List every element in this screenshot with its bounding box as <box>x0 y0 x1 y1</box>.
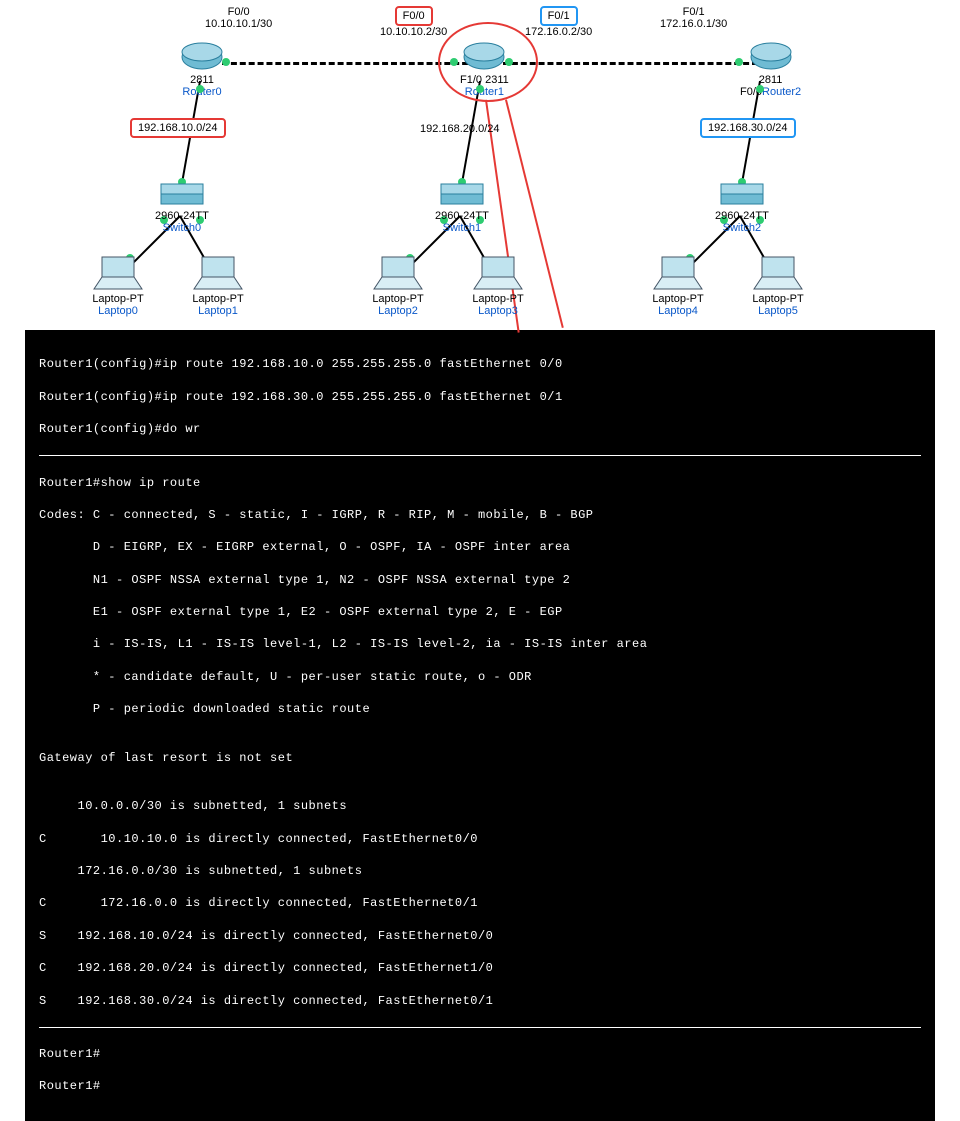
cli-line: P - periodic downloaded static route <box>39 701 921 717</box>
laptop5-name: Laptop5 <box>750 305 806 317</box>
router2-model: 2811 <box>740 74 801 86</box>
cli-line: Router1(config)#do wr <box>39 421 921 437</box>
laptop4-node[interactable]: Laptop-PT Laptop4 <box>650 255 706 317</box>
r1-ip-f00: 10.10.10.2/30 <box>380 26 447 38</box>
cli-terminal[interactable]: Router1(config)#ip route 192.168.10.0 25… <box>25 330 935 1121</box>
cli-line: 172.16.0.0/30 is subnetted, 1 subnets <box>39 863 921 879</box>
subnet-r2: 192.168.30.0/24 <box>700 118 796 138</box>
laptop0-name: Laptop0 <box>90 305 146 317</box>
network-topology-canvas[interactable]: F0/0 10.10.10.1/30 F0/0 10.10.10.2/30 F0… <box>0 0 960 330</box>
link-router1-router2 <box>503 62 758 65</box>
switch0-name: Switch0 <box>155 222 209 234</box>
switch-icon <box>437 180 487 210</box>
cli-line: i - IS-IS, L1 - IS-IS level-1, L2 - IS-I… <box>39 636 921 652</box>
switch2-node[interactable]: 2960-24TT Switch2 <box>715 180 769 234</box>
switch1-name: Switch1 <box>435 222 489 234</box>
switch-icon <box>717 180 767 210</box>
link-dot <box>735 58 743 66</box>
cli-prompt: Router1# <box>39 1078 921 1094</box>
r2-iface-f01: F0/1 <box>660 6 727 18</box>
router-icon <box>180 40 224 74</box>
laptop4-name: Laptop4 <box>650 305 706 317</box>
cli-prompt: Router1# <box>39 1046 921 1062</box>
link-dot <box>222 58 230 66</box>
switch2-model: 2960-24TT <box>715 210 769 222</box>
router1-node[interactable]: F1/0 2311 Router1 <box>460 40 509 98</box>
laptop2-type: Laptop-PT <box>370 293 426 305</box>
laptop2-node[interactable]: Laptop-PT Laptop2 <box>370 255 426 317</box>
cli-line: C 192.168.20.0/24 is directly connected,… <box>39 960 921 976</box>
laptop0-node[interactable]: Laptop-PT Laptop0 <box>90 255 146 317</box>
laptop1-name: Laptop1 <box>190 305 246 317</box>
switch0-model: 2960-24TT <box>155 210 209 222</box>
router2-name: Router2 <box>762 86 801 98</box>
laptop-icon <box>750 255 806 293</box>
laptop3-type: Laptop-PT <box>470 293 526 305</box>
cli-line: Router1#show ip route <box>39 475 921 491</box>
link-dot <box>450 58 458 66</box>
switch-icon <box>157 180 207 210</box>
laptop3-node[interactable]: Laptop-PT Laptop3 <box>470 255 526 317</box>
laptop-icon <box>370 255 426 293</box>
subnet-r0: 192.168.10.0/24 <box>130 118 226 138</box>
link-dot <box>756 85 764 93</box>
laptop3-name: Laptop3 <box>470 305 526 317</box>
r1-iface-f01: F0/1 <box>540 6 578 26</box>
r1-iface-f00: F0/0 <box>395 6 433 26</box>
cli-line: C 10.10.10.0 is directly connected, Fast… <box>39 831 921 847</box>
cli-line: Router1(config)#ip route 192.168.30.0 25… <box>39 389 921 405</box>
cli-line: C 172.16.0.0 is directly connected, Fast… <box>39 895 921 911</box>
laptop5-type: Laptop-PT <box>750 293 806 305</box>
switch1-node[interactable]: 2960-24TT Switch1 <box>435 180 489 234</box>
cli-line: S 192.168.30.0/24 is directly connected,… <box>39 993 921 1009</box>
link-dot <box>476 85 484 93</box>
cli-line: Router1(config)#ip route 192.168.10.0 25… <box>39 356 921 372</box>
laptop4-type: Laptop-PT <box>650 293 706 305</box>
laptop5-node[interactable]: Laptop-PT Laptop5 <box>750 255 806 317</box>
laptop0-type: Laptop-PT <box>90 293 146 305</box>
router2-node[interactable]: 2811 F0/0Router2 <box>740 40 801 98</box>
router0-model: 2811 <box>180 74 224 86</box>
switch0-node[interactable]: 2960-24TT Switch0 <box>155 180 209 234</box>
laptop2-name: Laptop2 <box>370 305 426 317</box>
router-icon <box>462 40 506 74</box>
cli-line: N1 - OSPF NSSA external type 1, N2 - OSP… <box>39 572 921 588</box>
link-dot <box>505 58 513 66</box>
laptop-icon <box>650 255 706 293</box>
switch2-name: Switch2 <box>715 222 769 234</box>
link-dot <box>196 85 204 93</box>
laptop1-type: Laptop-PT <box>190 293 246 305</box>
cli-line: D - EIGRP, EX - EIGRP external, O - OSPF… <box>39 539 921 555</box>
subnet-r1: 192.168.20.0/24 <box>420 123 500 135</box>
r1-ip-f01: 172.16.0.2/30 <box>525 26 592 38</box>
cli-line: Codes: C - connected, S - static, I - IG… <box>39 507 921 523</box>
switch1-model: 2960-24TT <box>435 210 489 222</box>
router1-model: 2311 <box>485 74 509 86</box>
router-icon <box>749 40 793 74</box>
laptop1-node[interactable]: Laptop-PT Laptop1 <box>190 255 246 317</box>
terminal-divider <box>39 1027 921 1028</box>
laptop-icon <box>190 255 246 293</box>
cli-line: S 192.168.10.0/24 is directly connected,… <box>39 928 921 944</box>
cli-line: Gateway of last resort is not set <box>39 750 921 766</box>
laptop-icon <box>470 255 526 293</box>
router1-name: Router1 <box>460 86 509 98</box>
laptop-icon <box>90 255 146 293</box>
cli-line: * - candidate default, U - per-user stat… <box>39 669 921 685</box>
cli-line: 10.0.0.0/30 is subnetted, 1 subnets <box>39 798 921 814</box>
r0-iface-f00: F0/0 <box>205 6 272 18</box>
r2-ip-f01: 172.16.0.1/30 <box>660 18 727 30</box>
cli-line: E1 - OSPF external type 1, E2 - OSPF ext… <box>39 604 921 620</box>
terminal-divider <box>39 455 921 456</box>
r0-ip-f00: 10.10.10.1/30 <box>205 18 272 30</box>
